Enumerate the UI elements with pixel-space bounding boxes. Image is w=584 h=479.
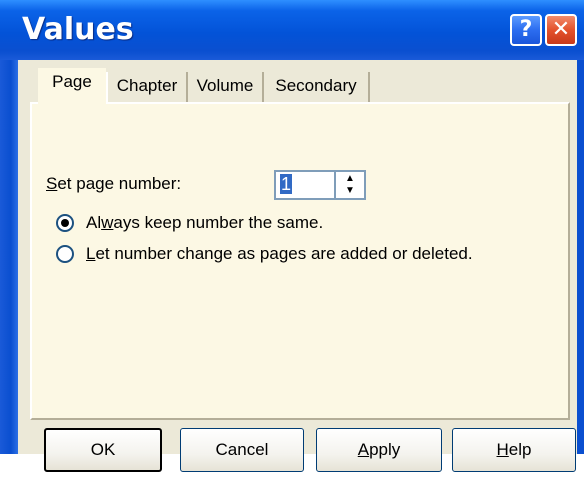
- cancel-button[interactable]: Cancel: [180, 428, 304, 472]
- spin-down-icon[interactable]: ▼: [344, 185, 356, 197]
- window-frame-right: [577, 60, 584, 454]
- radio-let-number-change[interactable]: [56, 245, 74, 263]
- tab-chapter[interactable]: Chapter: [106, 72, 188, 102]
- ok-button[interactable]: OK: [44, 428, 162, 472]
- tab-volume[interactable]: Volume: [188, 72, 264, 102]
- radio-selected-dot: [61, 219, 69, 227]
- page-number-input[interactable]: 1: [274, 170, 336, 200]
- radio-always-keep-label-accesskey: w: [101, 213, 114, 232]
- window-title: Values: [22, 12, 134, 47]
- help-icon[interactable]: ?: [510, 14, 542, 46]
- radio-always-keep-label[interactable]: Always keep number the same.: [86, 213, 323, 233]
- radio-always-keep-label-pre: Al: [86, 213, 102, 232]
- spin-up-icon[interactable]: ▲: [344, 173, 356, 185]
- apply-button[interactable]: Apply: [316, 428, 442, 472]
- radio-always-keep-label-post: ays keep number the same.: [113, 213, 324, 232]
- set-page-number-label: Set page number:: [46, 174, 181, 194]
- radio-always-keep[interactable]: [56, 214, 74, 232]
- page-number-stepper[interactable]: ▲ ▼: [336, 170, 366, 200]
- apply-button-accesskey: A: [357, 440, 370, 459]
- title-bar[interactable]: Values ? ✕: [0, 0, 584, 60]
- radio-let-number-change-label[interactable]: Let number change as pages are added or …: [86, 244, 473, 264]
- values-dialog: Values ? ✕ Page Chapter Volume Secondary…: [0, 0, 584, 479]
- tab-page[interactable]: Page: [38, 68, 106, 104]
- close-icon[interactable]: ✕: [545, 14, 577, 46]
- set-page-number-label-accesskey: S: [46, 174, 58, 193]
- help-button-text: elp: [508, 440, 532, 459]
- help-button-accesskey: H: [496, 440, 509, 459]
- set-page-number-label-text: et page number:: [57, 174, 182, 193]
- page-number-value: 1: [280, 174, 293, 194]
- help-button[interactable]: Help: [452, 428, 576, 472]
- window-frame-left: [0, 60, 18, 454]
- apply-button-text: pply: [369, 440, 401, 459]
- radio-let-number-change-label-post: et number change as pages are added or d…: [95, 244, 473, 263]
- tab-secondary[interactable]: Secondary: [264, 72, 370, 102]
